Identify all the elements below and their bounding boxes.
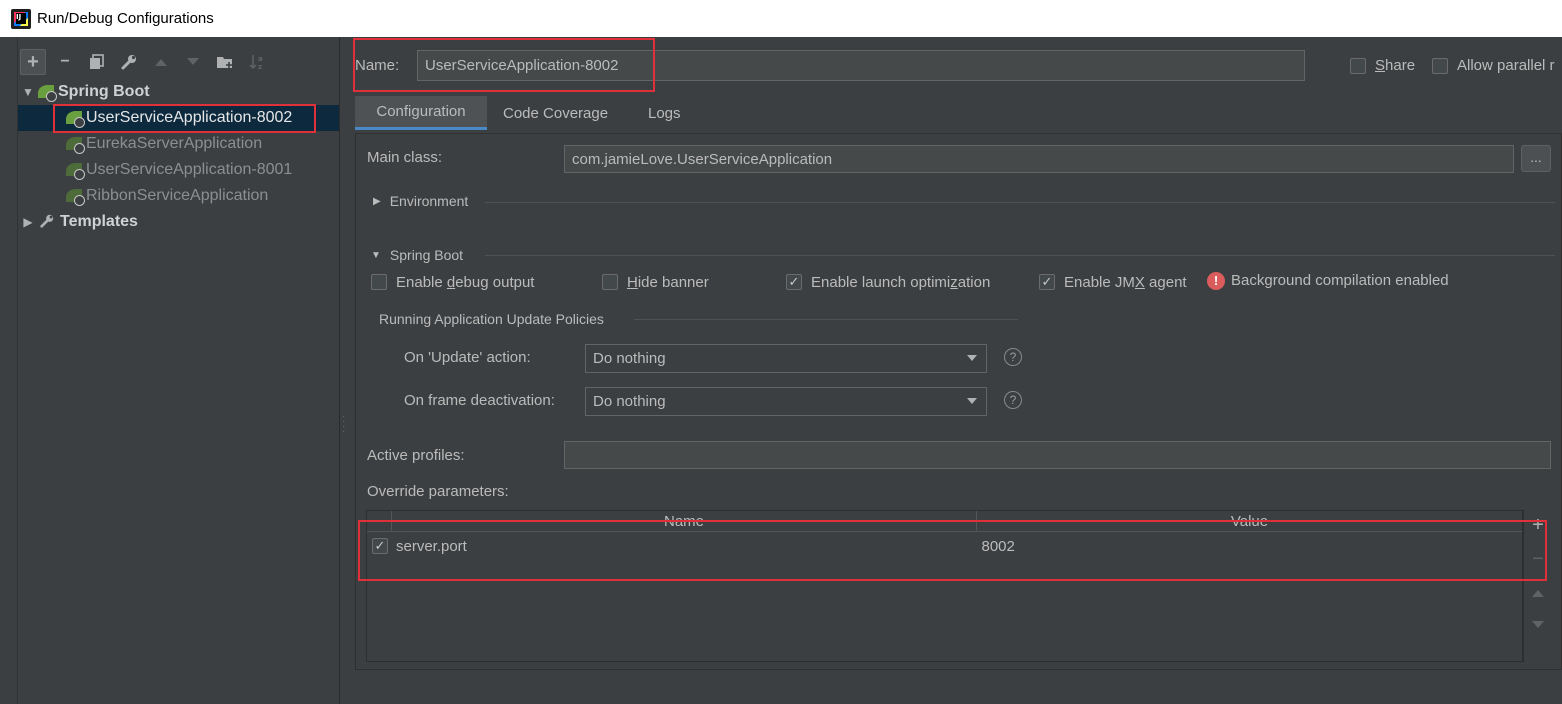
arrow-down-icon[interactable] bbox=[180, 49, 206, 75]
expand-arrow-icon: ▼ bbox=[371, 249, 381, 261]
main-class-input[interactable]: com.jamieLove.UserServiceApplication bbox=[564, 145, 1514, 173]
move-up-arrow-icon[interactable] bbox=[1525, 580, 1551, 604]
allow-parallel-label: Allow parallel r bbox=[1457, 57, 1555, 74]
collapse-arrow-icon[interactable]: ▶ bbox=[18, 215, 38, 229]
browse-main-class-button[interactable]: ... bbox=[1521, 145, 1551, 172]
tree-group-templates[interactable]: ▶ Templates bbox=[18, 209, 339, 235]
enable-launch-optimization-checkbox[interactable]: ✓ bbox=[786, 274, 802, 290]
name-label: Name: bbox=[355, 57, 400, 74]
table-header-name[interactable]: Name bbox=[391, 511, 976, 532]
tree-item-label: UserServiceApplication-8001 bbox=[86, 161, 293, 178]
active-profiles-label: Active profiles: bbox=[367, 447, 465, 464]
tree-item-label: UserServiceApplication-8002 bbox=[86, 109, 293, 126]
svg-text:a: a bbox=[258, 55, 263, 63]
name-input[interactable]: UserServiceApplication-8002 bbox=[417, 50, 1305, 81]
tree-group-label: Templates bbox=[60, 213, 138, 230]
tab-code-coverage[interactable]: Code Coverage bbox=[503, 96, 608, 130]
active-profiles-input[interactable] bbox=[564, 441, 1551, 469]
override-parameters-label: Override parameters: bbox=[367, 483, 509, 500]
main-class-label: Main class: bbox=[367, 149, 443, 166]
spring-boot-separator bbox=[485, 255, 1555, 256]
hide-banner-label: Hide banner bbox=[627, 274, 709, 291]
configurations-tree-panel: + − az ▼ Spring Boot UserServiceApplicat… bbox=[18, 37, 340, 704]
copy-icon[interactable] bbox=[84, 49, 110, 75]
tree-item-eurekaserver[interactable]: EurekaServerApplication bbox=[18, 131, 339, 157]
allow-parallel-checkbox[interactable] bbox=[1432, 58, 1448, 74]
share-checkbox[interactable] bbox=[1350, 58, 1366, 74]
on-frame-select[interactable]: Do nothing bbox=[585, 387, 987, 416]
update-policies-separator bbox=[634, 319, 1018, 320]
help-icon[interactable]: ? bbox=[1004, 391, 1022, 409]
table-header-check bbox=[367, 511, 391, 532]
table-cell-check: ✓ bbox=[367, 533, 391, 560]
wrench-icon[interactable] bbox=[116, 49, 142, 75]
intellij-app-icon bbox=[11, 8, 31, 29]
update-policies-label: Running Application Update Policies bbox=[379, 311, 604, 327]
background-compilation-label: Background compilation enabled bbox=[1231, 272, 1449, 289]
new-folder-icon[interactable] bbox=[212, 49, 238, 75]
configurations-tree: ▼ Spring Boot UserServiceApplication-800… bbox=[18, 79, 339, 235]
remove-row-minus-icon[interactable]: − bbox=[1525, 547, 1551, 571]
environment-separator bbox=[485, 202, 1555, 203]
expand-arrow-icon[interactable]: ▼ bbox=[18, 85, 38, 99]
on-frame-value: Do nothing bbox=[593, 393, 666, 410]
table-side-toolbar: + − bbox=[1523, 510, 1551, 662]
tree-item-label: EurekaServerApplication bbox=[86, 135, 263, 152]
table-header: Name Value bbox=[367, 511, 1522, 532]
tree-group-label: Spring Boot bbox=[58, 83, 150, 100]
row-enabled-checkbox[interactable]: ✓ bbox=[372, 538, 388, 554]
enable-launch-optimization-label: Enable launch optimization bbox=[811, 274, 991, 291]
spring-boot-icon bbox=[66, 161, 85, 180]
share-label: Share bbox=[1375, 57, 1416, 74]
spring-boot-icon bbox=[66, 135, 85, 154]
chevron-down-icon bbox=[967, 398, 977, 404]
spring-boot-icon bbox=[66, 109, 85, 128]
table-cell-name[interactable]: server.port bbox=[391, 538, 977, 555]
enable-debug-output-checkbox[interactable] bbox=[371, 274, 387, 290]
table-cell-value[interactable]: 8002 bbox=[976, 538, 1522, 555]
left-edge-strip bbox=[0, 37, 18, 704]
tree-item-userservice-8001[interactable]: UserServiceApplication-8001 bbox=[18, 157, 339, 183]
wrench-icon bbox=[38, 213, 56, 231]
enable-jmx-agent-checkbox[interactable]: ✓ bbox=[1039, 274, 1055, 290]
configuration-editor-panel: Name: UserServiceApplication-8002 Share … bbox=[348, 37, 1562, 704]
spring-boot-icon bbox=[38, 83, 57, 102]
window-titlebar: Run/Debug Configurations bbox=[0, 0, 1562, 37]
plus-icon[interactable]: + bbox=[20, 49, 46, 75]
window-title: Run/Debug Configurations bbox=[37, 10, 214, 27]
tree-item-userservice-8002[interactable]: UserServiceApplication-8002 bbox=[18, 105, 339, 131]
error-icon: ! bbox=[1207, 272, 1225, 290]
sort-icon[interactable]: az bbox=[244, 49, 270, 75]
tab-configuration[interactable]: Configuration bbox=[355, 96, 487, 130]
arrow-up-icon[interactable] bbox=[148, 49, 174, 75]
spring-boot-icon bbox=[66, 187, 85, 206]
help-icon[interactable]: ? bbox=[1004, 348, 1022, 366]
chevron-down-icon bbox=[967, 355, 977, 361]
tree-group-spring-boot[interactable]: ▼ Spring Boot bbox=[18, 79, 339, 105]
tree-item-label: RibbonServiceApplication bbox=[86, 187, 269, 204]
tree-toolbar: + − az bbox=[18, 48, 339, 76]
on-update-label: On 'Update' action: bbox=[404, 349, 531, 366]
svg-text:z: z bbox=[258, 63, 262, 71]
spring-boot-label: Spring Boot bbox=[389, 247, 464, 263]
environment-section-header[interactable]: ▶ Environment bbox=[373, 193, 468, 209]
enable-jmx-agent-label: Enable JMX agent bbox=[1064, 274, 1187, 291]
minus-icon[interactable]: − bbox=[52, 49, 78, 75]
table-header-value[interactable]: Value bbox=[976, 511, 1522, 532]
collapse-arrow-icon: ▶ bbox=[373, 195, 381, 207]
on-frame-label: On frame deactivation: bbox=[404, 392, 555, 409]
environment-label: Environment bbox=[389, 193, 469, 209]
move-down-arrow-icon[interactable] bbox=[1525, 612, 1551, 636]
override-parameters-table: Name Value ✓ server.port 8002 bbox=[366, 510, 1523, 662]
tab-logs[interactable]: Logs bbox=[648, 96, 681, 130]
on-update-select[interactable]: Do nothing bbox=[585, 344, 987, 373]
hide-banner-checkbox[interactable] bbox=[602, 274, 618, 290]
add-row-plus-icon[interactable]: + bbox=[1525, 513, 1551, 537]
enable-debug-output-label: Enable debug output bbox=[396, 274, 535, 291]
spring-boot-section-header[interactable]: ▼ Spring Boot bbox=[371, 247, 463, 263]
tree-item-ribbonservice[interactable]: RibbonServiceApplication bbox=[18, 183, 339, 209]
on-update-value: Do nothing bbox=[593, 350, 666, 367]
table-row[interactable]: ✓ server.port 8002 bbox=[367, 533, 1522, 560]
